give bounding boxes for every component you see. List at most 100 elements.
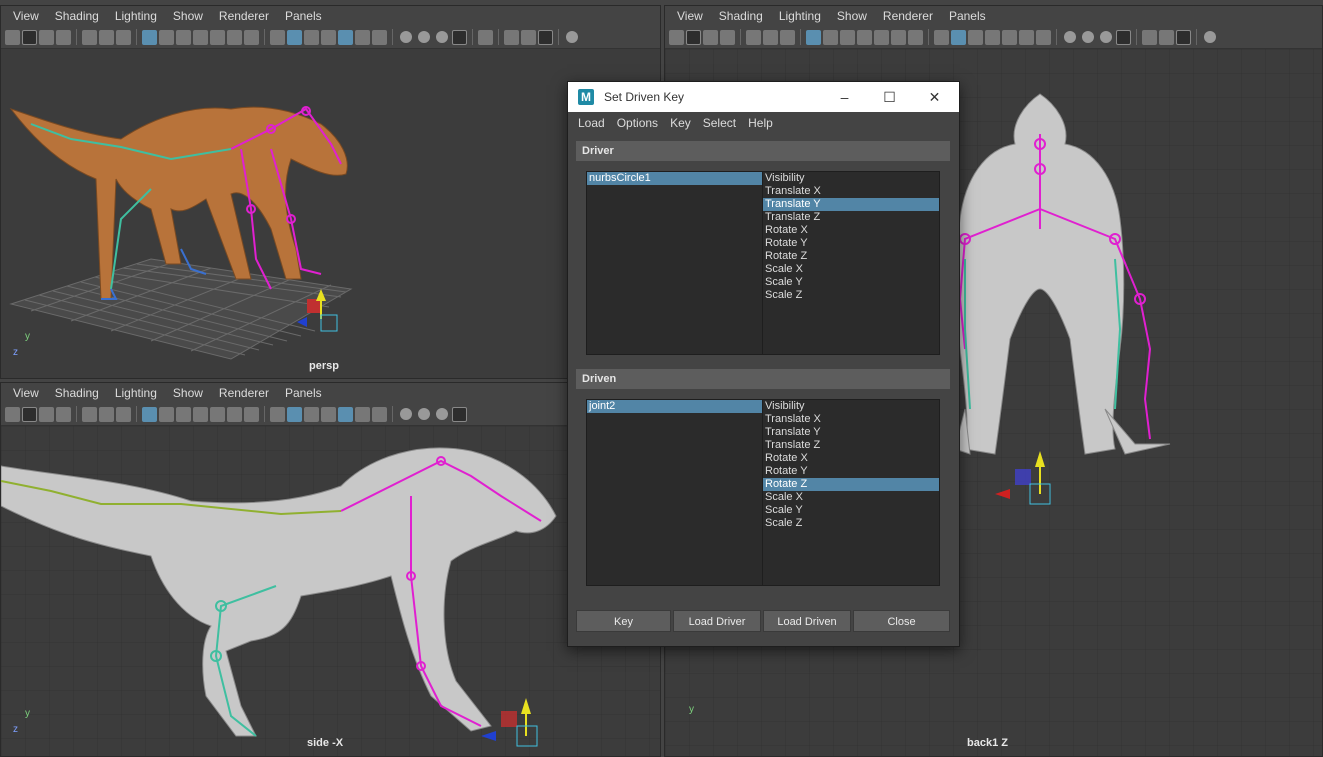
attr-item[interactable]: Translate X <box>763 185 939 198</box>
shadows-icon[interactable] <box>372 406 387 422</box>
driven-attribute-list[interactable]: Visibility Translate X Translate Y Trans… <box>762 399 940 586</box>
move-icon[interactable] <box>99 29 114 45</box>
menu-options[interactable]: Options <box>611 116 664 130</box>
pencil-icon[interactable] <box>82 29 97 45</box>
attr-item[interactable]: Scale Z <box>763 289 939 302</box>
driver-object-item[interactable]: nurbsCircle1 <box>587 172 762 185</box>
grid-icon[interactable] <box>806 29 821 45</box>
attr-item-selected[interactable]: Translate Y <box>763 198 939 211</box>
menu-renderer[interactable]: Renderer <box>211 9 277 23</box>
menu-view[interactable]: View <box>5 386 47 400</box>
film-gate-icon[interactable] <box>159 406 174 422</box>
attr-item[interactable]: Translate X <box>763 413 939 426</box>
menu-panels[interactable]: Panels <box>277 386 330 400</box>
default-material-icon[interactable] <box>304 406 319 422</box>
close-button[interactable]: Close <box>853 610 950 632</box>
field-chart-icon[interactable] <box>210 29 225 45</box>
persp-canvas[interactable]: y z persp <box>1 49 660 378</box>
attr-item[interactable]: Translate Z <box>763 439 939 452</box>
film-icon[interactable] <box>116 29 131 45</box>
shadows-icon[interactable] <box>372 29 387 45</box>
close-window-button[interactable]: ✕ <box>912 82 957 112</box>
safe-action-icon[interactable] <box>227 29 242 45</box>
attr-item[interactable]: Scale X <box>763 491 939 504</box>
ambient-occlusion-icon[interactable] <box>418 408 430 420</box>
menu-panels[interactable]: Panels <box>941 9 994 23</box>
sphere-icon[interactable] <box>400 31 412 43</box>
smooth-shade-icon[interactable] <box>287 406 302 422</box>
film-gate-icon[interactable] <box>159 29 174 45</box>
safe-title-icon[interactable] <box>908 29 923 45</box>
smooth-shade-icon[interactable] <box>951 29 966 45</box>
xray-icon[interactable] <box>1002 29 1017 45</box>
attr-item[interactable]: Scale X <box>763 263 939 276</box>
camera-lock-icon[interactable] <box>703 29 718 45</box>
attr-item-selected[interactable]: Rotate Z <box>763 478 939 491</box>
default-material-icon[interactable] <box>968 29 983 45</box>
field-chart-icon[interactable] <box>210 406 225 422</box>
motion-blur-icon[interactable] <box>1100 31 1112 43</box>
pencil-icon[interactable] <box>746 29 761 45</box>
gate-mask-icon[interactable] <box>193 29 208 45</box>
menu-shading[interactable]: Shading <box>711 9 771 23</box>
anti-alias-icon[interactable] <box>1116 29 1131 45</box>
menu-panels[interactable]: Panels <box>277 9 330 23</box>
film-icon[interactable] <box>780 29 795 45</box>
grid-icon[interactable] <box>142 406 157 422</box>
resolution-gate-icon[interactable] <box>176 406 191 422</box>
menu-help[interactable]: Help <box>742 116 779 130</box>
menu-lighting[interactable]: Lighting <box>771 9 829 23</box>
ambient-occlusion-icon[interactable] <box>1082 31 1094 43</box>
light-icon[interactable] <box>355 29 370 45</box>
bookmark-icon[interactable] <box>56 29 71 45</box>
attr-item[interactable]: Rotate Y <box>763 237 939 250</box>
attr-item[interactable]: Scale Y <box>763 276 939 289</box>
wireframe-on-shaded-icon[interactable] <box>321 29 336 45</box>
persp-viewport[interactable]: View Shading Lighting Show Renderer Pane… <box>0 5 661 379</box>
attr-item[interactable]: Scale Z <box>763 517 939 530</box>
motion-blur-icon[interactable] <box>436 408 448 420</box>
driver-section-header[interactable]: Driver <box>576 141 950 161</box>
two-sided-icon[interactable] <box>538 29 553 45</box>
attr-item[interactable]: Visibility <box>763 172 939 185</box>
wireframe-on-shaded-icon[interactable] <box>985 29 1000 45</box>
xray-icon[interactable] <box>338 29 353 45</box>
light-icon[interactable] <box>355 406 370 422</box>
wireframe-icon[interactable] <box>270 406 285 422</box>
attr-item[interactable]: Rotate Z <box>763 250 939 263</box>
safe-title-icon[interactable] <box>244 29 259 45</box>
driven-section-header[interactable]: Driven <box>576 369 950 389</box>
menu-renderer[interactable]: Renderer <box>875 9 941 23</box>
camera-icon[interactable] <box>5 29 20 45</box>
side-viewport[interactable]: View Shading Lighting Show Renderer Pane… <box>0 382 661 757</box>
menu-show[interactable]: Show <box>165 386 211 400</box>
ambient-occlusion-icon[interactable] <box>418 31 430 43</box>
load-driven-button[interactable]: Load Driven <box>763 610 851 632</box>
side-canvas[interactable]: y z side -X <box>1 426 660 756</box>
smooth-shade-icon[interactable] <box>287 29 302 45</box>
menu-shading[interactable]: Shading <box>47 386 107 400</box>
menu-lighting[interactable]: Lighting <box>107 9 165 23</box>
pencil-icon[interactable] <box>82 406 97 422</box>
field-chart-icon[interactable] <box>874 29 889 45</box>
driver-attribute-list[interactable]: Visibility Translate X Translate Y Trans… <box>762 171 940 355</box>
gate-mask-icon[interactable] <box>193 406 208 422</box>
menu-key[interactable]: Key <box>664 116 697 130</box>
key-button[interactable]: Key <box>576 610 671 632</box>
anti-alias-icon[interactable] <box>452 406 467 422</box>
safe-action-icon[interactable] <box>891 29 906 45</box>
camera-icon[interactable] <box>5 406 20 422</box>
frame-all-icon[interactable] <box>521 29 536 45</box>
minimize-button[interactable]: – <box>822 82 867 112</box>
bookmark-icon[interactable] <box>720 29 735 45</box>
camera-icon[interactable] <box>669 29 684 45</box>
anti-alias-icon[interactable] <box>452 29 467 45</box>
xray-icon[interactable] <box>338 406 353 422</box>
menu-shading[interactable]: Shading <box>47 9 107 23</box>
camera-select-icon[interactable] <box>686 29 701 45</box>
menu-view[interactable]: View <box>5 9 47 23</box>
menu-view[interactable]: View <box>669 9 711 23</box>
maximize-button[interactable]: ☐ <box>867 82 912 112</box>
menu-lighting[interactable]: Lighting <box>107 386 165 400</box>
driven-object-list[interactable]: joint2 <box>586 399 763 586</box>
